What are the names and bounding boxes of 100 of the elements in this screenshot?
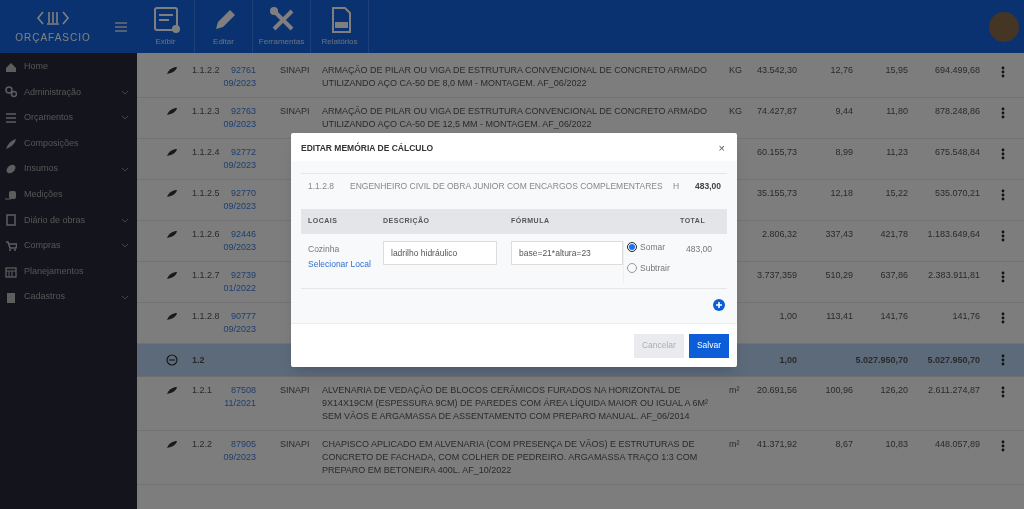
- table-cell-text: 1.1.2.6: [191, 228, 221, 241]
- table-cell-text: 60.155,73: [755, 146, 797, 159]
- more-options-button[interactable]: [1001, 107, 1005, 119]
- sidebar-item[interactable]: Medições: [0, 181, 137, 208]
- feather-icon: [5, 137, 17, 150]
- kebab-icon: [1001, 440, 1005, 452]
- more-options-button[interactable]: [1001, 386, 1005, 398]
- kebab-icon: [1001, 107, 1005, 119]
- more-options-button[interactable]: [1001, 440, 1005, 452]
- reference-link[interactable]: 87905 09/2023: [222, 438, 256, 464]
- table-cell-text: KG: [728, 64, 743, 77]
- table-cell-text: 12,18: [829, 187, 853, 200]
- more-options-button[interactable]: [1001, 271, 1005, 283]
- table-cell-text: ARMAÇÃO DE PILAR OU VIGA DE ESTRUTURA CONVENCIONAL DE CONCRETO ARMADO UTILIZANDO AÇO CA-50 DE 8,0 MM - MONTAGEM. AF_06/2022: [321, 64, 709, 90]
- table-cell-text: 74.427,87: [755, 105, 797, 118]
- feather-icon: [166, 386, 178, 395]
- select-location-link[interactable]: Selecionar Local: [308, 257, 371, 271]
- tools-icon: [267, 5, 296, 33]
- table-cell-text: 1.1.2.8: [191, 310, 221, 323]
- sidebar-item[interactable]: Planejamentos: [0, 258, 137, 285]
- table-cell-text: m²: [728, 384, 741, 397]
- feather-icon: [166, 440, 178, 449]
- table-cell-text: 8,99: [834, 146, 853, 159]
- table-cell-text: 43.542,30: [755, 64, 797, 77]
- window-icon: [151, 5, 180, 33]
- kebab-icon: [1001, 271, 1005, 283]
- table-cell-text: ALVENARIA DE VEDAÇÃO DE BLOCOS CERÂMICOS FURADOS NA HORIZONTAL DE 9X14X19CM (ESPESSURA 9CM) DE PAREDES COM ÁREA LÍQUIDA MAIOR OU IGUAL A 6M² SEM VÃOS E ARGAMASSA DE ASSENTAMENTO COM PREPARO MANUAL. AF_06/2014: [321, 384, 710, 423]
- reference-link[interactable]: 92761 09/2023: [222, 64, 256, 90]
- table-cell-text: ARMAÇÃO DE PILAR OU VIGA DE ESTRUTURA CONVENCIONAL DE CONCRETO ARMADO UTILIZANDO AÇO CA-50 DE 12,5 MM - MONTAGEM. AF_06/2022: [321, 105, 709, 131]
- dialog-title: EDITAR MEMÓRIA DE CÁLCULO: [301, 141, 434, 155]
- more-options-button[interactable]: [1001, 66, 1005, 78]
- reference-link[interactable]: 92772 09/2023: [222, 146, 256, 172]
- sidebar-item[interactable]: Cadastros: [0, 284, 137, 310]
- kebab-icon: [1001, 189, 1005, 201]
- table-cell-text: 1,00: [778, 353, 797, 367]
- menu-icon: [115, 21, 127, 32]
- table-cell-text: 2.806,32: [760, 228, 797, 241]
- close-button[interactable]: ×: [718, 139, 725, 157]
- sidebar-item[interactable]: Diário de obras: [0, 207, 137, 234]
- table-cell-text: 337,43: [824, 228, 853, 241]
- row-total: 483,00: [685, 243, 713, 256]
- reference-link[interactable]: 87508 11/2021: [222, 384, 256, 410]
- feather-icon: [166, 230, 178, 239]
- collapse-icon: [166, 354, 178, 366]
- reference-link[interactable]: 92446 09/2023: [222, 228, 256, 254]
- table-cell-text: 113,41: [825, 310, 853, 323]
- sidebar-item[interactable]: Compras: [0, 233, 137, 259]
- feather-icon: [166, 66, 178, 75]
- table-cell-text: 141,76: [951, 310, 980, 323]
- table-cell-text: 1.1.2.7: [191, 269, 221, 282]
- reference-link[interactable]: 90777 09/2023: [222, 310, 256, 336]
- description-field[interactable]: ladrilho hidráulico: [383, 241, 497, 265]
- radio-option[interactable]: Somar: [627, 241, 680, 254]
- logo-text: ORÇAFASCIO: [15, 30, 91, 45]
- kebab-icon: [1001, 66, 1005, 78]
- table-cell-text: CHAPISCO APLICADO EM ALVENARIA (COM PRESENÇA DE VÃOS) E ESTRUTURAS DE CONCRETO DE FACHADA, COM COLHER DE PEDREIRO. ARGAMASSA TRAÇO 1:3 COM PREPARO EM BETONEIRA 400L. AF_10/2022: [321, 438, 699, 477]
- table-cell-text: 12,76: [829, 64, 853, 77]
- more-options-button[interactable]: [1001, 230, 1005, 242]
- reference-link[interactable]: 92739 01/2022: [222, 269, 256, 295]
- location-text: Cozinha: [308, 243, 340, 256]
- table-cell-text: SINAPI: [279, 105, 311, 118]
- table-cell-text: 15,22: [884, 187, 908, 200]
- save-button[interactable]: Salvar: [688, 333, 729, 358]
- more-options-button[interactable]: [1001, 148, 1005, 160]
- reference-link[interactable]: 92770 09/2023: [222, 187, 256, 213]
- table-cell-text: SINAPI: [279, 438, 311, 451]
- feather-icon: [166, 107, 178, 116]
- sidebar-item[interactable]: Composições: [0, 130, 137, 157]
- more-options-button[interactable]: [1001, 189, 1005, 201]
- table-cell-text: 1.2.1: [191, 384, 214, 397]
- kebab-icon: [1001, 230, 1005, 242]
- feather-icon: [166, 271, 178, 280]
- gears-icon: [5, 86, 17, 99]
- table-cell-text: 100,96: [824, 384, 853, 397]
- more-options-button[interactable]: [1001, 312, 1005, 324]
- table-cell-text: 9,44: [834, 105, 853, 118]
- reference-link[interactable]: 92763 09/2023: [222, 105, 256, 131]
- more-options-button[interactable]: [1001, 354, 1005, 366]
- table-cell-text: 141,76: [879, 310, 908, 323]
- kebab-icon: [1001, 354, 1005, 366]
- table-cell-text: 11,80: [885, 105, 908, 118]
- table-cell-text: 510,29: [824, 269, 853, 282]
- calendar-icon: [5, 265, 17, 278]
- kebab-icon: [1001, 148, 1005, 160]
- table-cell-text: 421,78: [879, 228, 908, 241]
- table-cell-text: 878.248,86: [933, 105, 980, 118]
- table-cell-text: 637,86: [879, 269, 908, 282]
- formula-field[interactable]: base=21*altura=23: [511, 241, 623, 265]
- table-cell-text: 11,23: [885, 146, 908, 159]
- table-cell-text: 1.1.2.4: [191, 146, 221, 159]
- table-cell-text: 8,67: [834, 438, 853, 451]
- table-cell-text: KG: [728, 105, 743, 118]
- sidebar-item[interactable]: Insumos: [0, 156, 137, 182]
- table-cell-text: 41.371,92: [755, 438, 797, 451]
- radio-option[interactable]: Subtrair: [627, 261, 680, 275]
- table-cell-text: 1.2: [191, 353, 206, 367]
- table-cell-text: m²: [728, 438, 741, 451]
- table-cell-text: 694.499,68: [933, 64, 980, 77]
- table-cell-text: 535.070,21: [933, 187, 980, 200]
- sidebar-item[interactable]: Administração: [0, 79, 137, 106]
